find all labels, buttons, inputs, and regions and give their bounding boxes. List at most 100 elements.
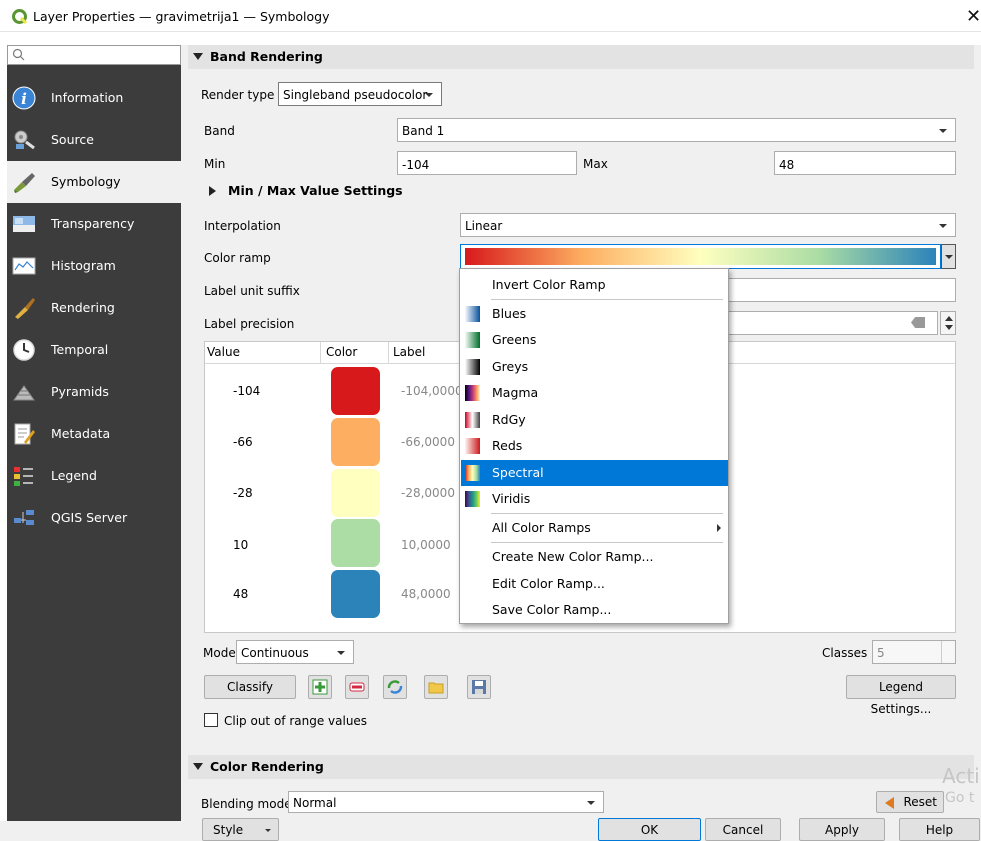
apply-button[interactable]: Apply <box>799 818 885 841</box>
color-ramp-dropdown-button[interactable] <box>941 244 956 269</box>
export-button[interactable] <box>467 675 491 699</box>
menu-item-greys[interactable]: Greys <box>461 354 728 380</box>
ok-button[interactable]: OK <box>598 818 701 841</box>
sidebar-item-temporal[interactable]: Temporal <box>7 329 181 371</box>
max-input[interactable]: 48 <box>774 151 956 175</box>
color-swatch[interactable] <box>331 570 380 618</box>
sidebar-item-symbology[interactable]: Symbology <box>7 161 181 203</box>
legend-settings-button[interactable]: Legend Settings... <box>846 675 956 716</box>
sidebar-item-rendering[interactable]: Rendering <box>7 287 181 329</box>
symbology-icon <box>14 173 35 193</box>
max-label: Max <box>583 157 608 171</box>
expand-arrow-icon[interactable] <box>209 186 216 196</box>
color-swatch[interactable] <box>331 367 380 415</box>
menu-item-reds[interactable]: Reds <box>461 433 728 459</box>
source-icon <box>14 130 35 150</box>
precision-spinbox[interactable] <box>940 311 956 335</box>
label-unit-suffix-input[interactable] <box>720 278 956 302</box>
classify-button[interactable]: Classify <box>204 675 296 699</box>
label-precision-label: Label precision <box>204 317 295 331</box>
column-header-value[interactable]: Value <box>207 345 240 359</box>
color-swatch[interactable] <box>331 418 380 466</box>
classes-spinbox[interactable]: 5 <box>872 640 956 664</box>
folder-icon <box>428 682 444 694</box>
mode-label: Mode <box>203 646 236 660</box>
sidebar-item-metadata[interactable]: Metadata <box>7 413 181 455</box>
style-menu-button[interactable]: Style <box>202 818 279 841</box>
help-button[interactable]: Help <box>899 818 980 841</box>
menu-item-save-color-ramp[interactable]: Save Color Ramp... <box>461 597 728 623</box>
qgis-logo-icon <box>12 9 28 25</box>
chevron-down-icon <box>939 224 947 228</box>
spin-up-icon[interactable] <box>945 316 953 321</box>
sidebar-item-transparency[interactable]: Transparency <box>7 203 181 245</box>
remove-class-button[interactable] <box>345 675 369 699</box>
viridis-ramp-icon <box>465 491 480 507</box>
min-input[interactable]: -104 <box>397 151 577 175</box>
menu-item-spectral[interactable]: Spectral <box>461 460 728 486</box>
chevron-down-icon <box>587 801 595 805</box>
collapse-arrow-icon <box>193 53 203 60</box>
menu-item-magma[interactable]: Magma <box>461 380 728 406</box>
sidebar-item-qgis-server[interactable]: QGIS Server <box>7 497 181 539</box>
color-swatch[interactable] <box>331 469 380 517</box>
spin-arrows-icon[interactable] <box>941 641 955 663</box>
label-unit-suffix-label: Label unit suffix <box>204 284 300 298</box>
column-header-label[interactable]: Label <box>393 345 425 359</box>
import-button[interactable] <box>424 675 448 699</box>
chevron-down-icon <box>425 93 433 97</box>
min-label: Min <box>204 157 226 171</box>
chevron-down-icon <box>265 829 271 832</box>
menu-item-greens[interactable]: Greens <box>461 327 728 353</box>
greens-ramp-icon <box>465 332 480 348</box>
vertical-scrollbar[interactable] <box>973 45 981 821</box>
menu-item-invert-color-ramp[interactable]: Invert Color Ramp <box>461 272 728 298</box>
spectral-ramp-icon <box>465 465 480 481</box>
reset-arrow-icon <box>885 797 894 809</box>
label-precision-input[interactable] <box>720 311 938 335</box>
sidebar-item-source[interactable]: Source <box>7 119 181 161</box>
window-title: Layer Properties — gravimetrija1 — Symbo… <box>33 9 330 24</box>
sidebar-item-information[interactable]: i Information <box>7 77 181 119</box>
color-swatch[interactable] <box>331 519 380 567</box>
menu-item-create-color-ramp[interactable]: Create New Color Ramp... <box>461 544 728 570</box>
close-icon[interactable]: ✕ <box>966 6 981 27</box>
menu-item-all-color-ramps[interactable]: All Color Ramps <box>461 515 728 541</box>
menu-item-edit-color-ramp[interactable]: Edit Color Ramp... <box>461 571 728 597</box>
clear-icon[interactable] <box>911 317 925 328</box>
color-rendering-header[interactable]: Color Rendering <box>188 755 974 779</box>
color-ramp-button[interactable] <box>460 244 941 269</box>
render-type-select[interactable]: Singleband pseudocolor <box>278 82 442 106</box>
menu-item-blues[interactable]: Blues <box>461 301 728 327</box>
collapse-arrow-icon <box>193 763 203 770</box>
sidebar-item-legend[interactable]: Legend <box>7 455 181 497</box>
sidebar-search-input[interactable] <box>7 45 181 65</box>
spectral-ramp-preview <box>465 248 936 265</box>
clip-checkbox[interactable] <box>204 713 218 727</box>
blending-mode-select[interactable]: Normal <box>288 791 604 813</box>
mode-select[interactable]: Continuous <box>236 640 354 664</box>
load-classes-button[interactable] <box>383 675 407 699</box>
color-ramp-label: Color ramp <box>204 251 271 265</box>
menu-item-viridis[interactable]: Viridis <box>461 486 728 512</box>
save-icon <box>472 680 486 694</box>
sidebar-item-label: Source <box>51 132 94 147</box>
cancel-button[interactable]: Cancel <box>705 818 781 841</box>
add-class-button[interactable] <box>308 675 332 699</box>
column-header-color[interactable]: Color <box>326 345 357 359</box>
sidebar-item-label: Symbology <box>51 174 121 189</box>
blues-ramp-icon <box>465 306 480 322</box>
band-select[interactable]: Band 1 <box>397 118 956 142</box>
sidebar-item-label: Temporal <box>51 342 109 357</box>
classes-label: Classes <box>822 646 868 660</box>
chevron-down-icon <box>939 129 947 133</box>
sidebar-item-histogram[interactable]: Histogram <box>7 245 181 287</box>
sidebar-item-pyramids[interactable]: Pyramids <box>7 371 181 413</box>
menu-item-rdgy[interactable]: RdGy <box>461 407 728 433</box>
band-rendering-header[interactable]: Band Rendering <box>188 45 974 69</box>
activation-watermark-sub: Go t <box>945 790 975 806</box>
minmax-settings-toggle[interactable]: Min / Max Value Settings <box>228 183 403 198</box>
reset-button[interactable]: Reset <box>876 791 944 813</box>
interpolation-select[interactable]: Linear <box>460 213 956 237</box>
spin-down-icon[interactable] <box>945 325 953 330</box>
